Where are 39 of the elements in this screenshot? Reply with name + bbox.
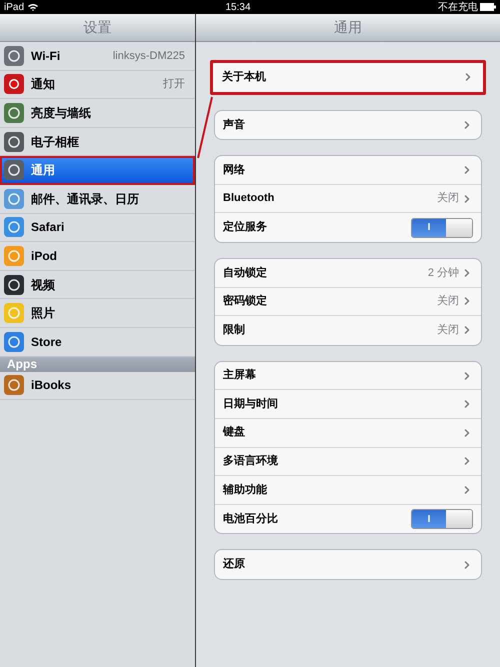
clock: 15:34 [224,0,252,14]
sidebar-item[interactable]: iPod [0,242,195,271]
row-value: 关闭 [437,294,459,310]
sidebar-item[interactable]: 照片 [0,299,195,328]
row-label: 还原 [223,556,246,572]
charging-status: 不在充电 [438,0,478,14]
row-label: 日期与时间 [223,396,279,412]
row-value: 关闭 [437,190,459,206]
row-label: 密码锁定 [223,294,268,310]
row-label: 网络 [223,162,246,178]
sidebar-item[interactable]: Safari [0,214,195,242]
row-label: 辅助功能 [223,482,268,498]
row-value: 2 分钟 [428,266,459,281]
toggle-switch[interactable]: I [411,218,473,238]
toggle-switch[interactable]: I [411,509,473,530]
row-label: Bluetooth [223,191,276,206]
row-label: 定位服务 [223,220,268,236]
row-label: 主屏幕 [223,368,257,384]
battery-icon [480,3,496,11]
detail-title: 通用 [334,18,362,37]
sidebar-item[interactable]: 通知 打开 [0,70,195,100]
row-label: 自动锁定 [223,266,268,281]
sidebar-item[interactable]: 邮件、通讯录、日历 [0,184,195,214]
row-label: 限制 [223,322,246,338]
sidebar-title: 设置 [84,18,112,37]
sidebar-item[interactable]: 亮度与墙纸 [0,99,195,128]
row-label: 关于本机 [222,70,267,86]
sidebar-item[interactable]: iBooks [0,372,195,400]
sidebar-item[interactable]: 通用 [0,156,195,185]
row-label: 多语言环境 [223,454,279,470]
row-label: 键盘 [223,424,246,440]
sidebar-item[interactable]: 视频 [0,270,195,300]
row-label: 电池百分比 [223,512,279,527]
row-value: 关闭 [437,322,459,338]
device-name: iPad [4,0,24,14]
leader-line [196,96,214,160]
section-title: Apps [7,356,37,374]
row-label: 声音 [223,118,246,133]
sidebar-item[interactable]: Wi-Fi linksys-DM225 [0,42,195,71]
